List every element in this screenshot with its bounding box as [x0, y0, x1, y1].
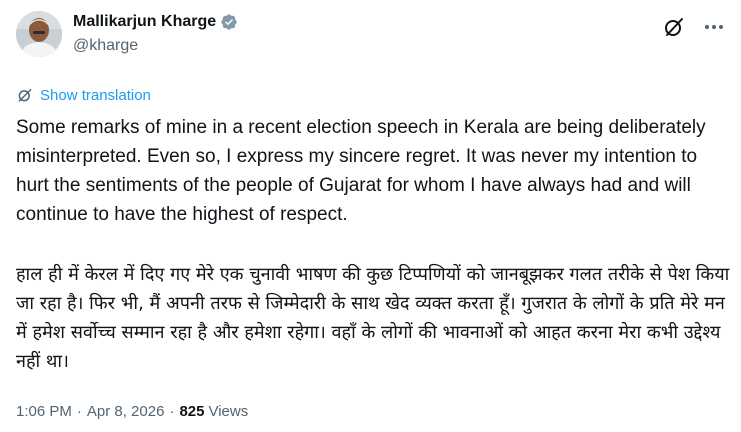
show-translation-link[interactable]: Show translation — [16, 86, 151, 104]
author-name-row[interactable]: Mallikarjun Kharge — [73, 13, 238, 31]
tweet-meta: 1:06 PM · Apr 8, 2026 · 825 Views — [16, 403, 248, 420]
verified-badge-icon — [220, 13, 238, 31]
views-label: Views — [208, 403, 249, 420]
more-horizontal-icon[interactable] — [702, 15, 726, 39]
author-display-name[interactable]: Mallikarjun Kharge — [73, 13, 216, 31]
views-count: 825 — [179, 403, 205, 420]
tweet-time[interactable]: 1:06 PM — [16, 403, 72, 420]
grok-slash-icon[interactable] — [662, 15, 686, 39]
translate-icon — [16, 86, 34, 104]
author-handle[interactable]: @kharge — [73, 37, 138, 55]
meta-separator: · — [76, 403, 82, 420]
tweet-date[interactable]: Apr 8, 2026 — [87, 403, 165, 420]
tweet-card: Mallikarjun Kharge @kharge Show translat… — [0, 0, 741, 432]
tweet-text-hindi: हाल ही में केरल में दिए गए मेरे एक चुनाव… — [16, 264, 730, 372]
avatar[interactable] — [16, 11, 62, 57]
tweet-text-english: Some remarks of mine in a recent electio… — [16, 117, 706, 225]
meta-separator: · — [169, 403, 175, 420]
show-translation-label[interactable]: Show translation — [40, 87, 151, 104]
